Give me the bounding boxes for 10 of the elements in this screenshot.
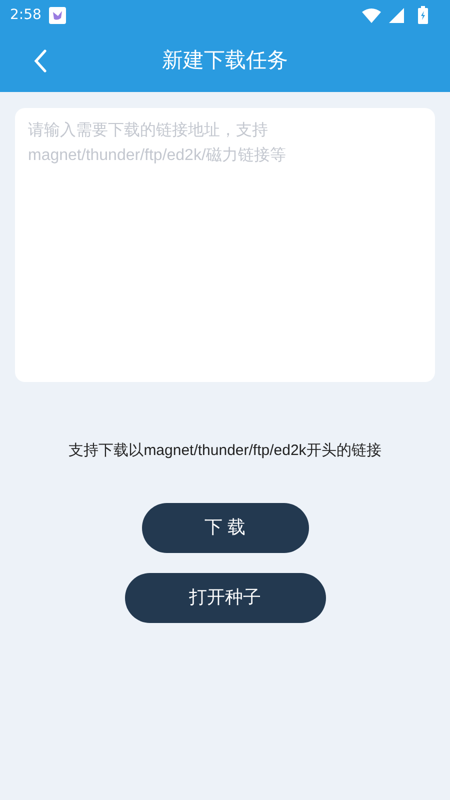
page-title: 新建下载任务: [162, 48, 288, 74]
signal-icon: [389, 8, 404, 22]
battery-icon: [418, 6, 428, 24]
wifi-icon: [362, 8, 381, 22]
status-time: 2:58: [10, 6, 42, 24]
app-notification-icon: [49, 6, 66, 24]
download-button[interactable]: 下 载: [142, 502, 308, 552]
open-torrent-button[interactable]: 打开种子: [124, 572, 326, 622]
supported-links-hint: 支持下载以magnet/thunder/ftp/ed2k开头的链接: [68, 441, 382, 461]
link-input-field[interactable]: 请输入需要下载的链接地址，支持magnet/thunder/ftp/ed2k/磁力链接等: [15, 108, 435, 382]
